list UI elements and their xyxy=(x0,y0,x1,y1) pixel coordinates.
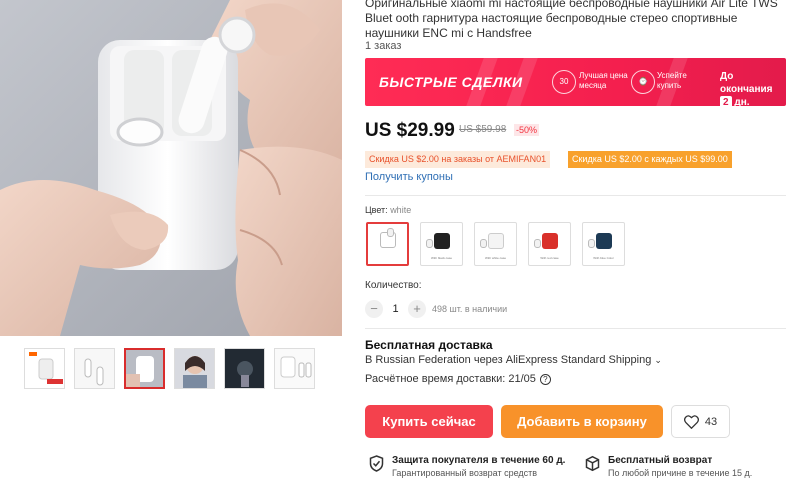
quantity-input[interactable]: 1 xyxy=(383,303,408,315)
buyer-protection: Защита покупателя в течение 60 д. Гарант… xyxy=(369,455,565,479)
old-price: US $59.98 xyxy=(459,124,507,135)
deal-countdown: До окончания 2 дн. xyxy=(720,70,786,106)
shield-icon xyxy=(369,455,384,472)
earbud-shape xyxy=(588,239,595,248)
image-thumbnails xyxy=(24,348,315,389)
heart-icon xyxy=(683,414,699,429)
orders-count: 1 заказ xyxy=(365,40,402,52)
earbud-shape xyxy=(534,239,541,248)
swatch-caption: With black case xyxy=(430,256,452,260)
divider xyxy=(365,328,786,329)
delivery-estimate-text: Расчётное время доставки: 21/05 xyxy=(365,373,536,385)
fast-deals-label: БЫСТРЫЕ СДЕЛКИ xyxy=(379,74,523,90)
case-shape xyxy=(434,233,450,249)
free-returns: Бесплатный возврат По любой причине в те… xyxy=(585,455,752,479)
add-to-cart-button[interactable]: Добавить в корзину xyxy=(501,405,663,438)
help-icon[interactable]: ? xyxy=(539,373,551,385)
color-label-text: Цвет: xyxy=(365,205,388,215)
thumbnail-1[interactable] xyxy=(24,348,65,389)
quantity-stepper: − 1 + 498 шт. в наличии xyxy=(365,300,507,318)
swatch-blue-case[interactable]: With blue Color xyxy=(582,222,625,266)
calendar-badge-icon: 30 xyxy=(552,70,576,94)
shipping-destination[interactable]: В Russian Federation через AliExpress St… xyxy=(365,354,662,366)
coupon-select[interactable]: Скидка US $2.00 с каждых US $99.00 xyxy=(568,151,732,168)
swatch-white[interactable] xyxy=(366,222,409,266)
delivery-estimate: Расчётное время доставки: 21/05 ? xyxy=(365,373,551,385)
swatch-caption: With white case xyxy=(484,256,506,260)
swatch-red-case[interactable]: With red case xyxy=(528,222,571,266)
wishlist-count: 43 xyxy=(704,415,718,428)
product-title: Оригинальные xiaomi mi настоящие беспров… xyxy=(365,0,778,40)
thumbnail-5[interactable] xyxy=(224,348,265,389)
countdown-days-value: 2 xyxy=(720,96,732,106)
buyer-protection-subtitle: Гарантированный возврат средств xyxy=(392,468,538,478)
swatch-white-case[interactable]: With white case xyxy=(474,222,517,266)
color-swatches: With black case With white case With red… xyxy=(366,222,625,266)
buy-now-button[interactable]: Купить сейчас xyxy=(365,405,493,438)
swatch-black-case[interactable]: With black case xyxy=(420,222,463,266)
swatch-caption: With blue Color xyxy=(593,256,614,260)
thumbnail-2[interactable] xyxy=(74,348,115,389)
earbud-shape xyxy=(426,239,433,248)
clock-badge-icon: ⌚ xyxy=(631,70,655,94)
stock-count: 498 шт. в наличии xyxy=(432,304,508,314)
shipping-title: Бесплатная доставка xyxy=(365,338,493,352)
wishlist-button[interactable]: 43 xyxy=(671,405,730,438)
divider xyxy=(365,195,786,196)
free-returns-subtitle: По любой причине в течение 15 д. xyxy=(608,468,753,478)
thumbnail-4[interactable] xyxy=(174,348,215,389)
coupon-store[interactable]: Скидка US $2.00 на заказы от AEMIFAN01 xyxy=(365,151,551,168)
thumbnail-3-selected[interactable] xyxy=(124,348,165,389)
discount-badge: -50% xyxy=(514,124,540,136)
color-label: Цвет: white xyxy=(365,205,411,215)
color-selected-value: white xyxy=(390,205,412,215)
get-coupons-link[interactable]: Получить купоны xyxy=(365,171,453,183)
fast-deals-banner[interactable]: БЫСТРЫЕ СДЕЛКИ 30 Лучшая цена месяца ⌚ У… xyxy=(365,58,786,106)
return-box-icon xyxy=(585,455,600,472)
thumbnail-6[interactable] xyxy=(274,348,315,389)
case-shape xyxy=(596,233,612,249)
quantity-label: Количество: xyxy=(365,280,422,291)
swatch-caption: With red case xyxy=(540,256,559,260)
earbud-shape xyxy=(480,239,487,248)
shipping-method-text[interactable]: В Russian Federation через AliExpress St… xyxy=(365,354,651,366)
free-returns-title: Бесплатный возврат xyxy=(608,455,713,466)
current-price: US $29.99 xyxy=(365,120,455,141)
case-shape xyxy=(488,233,504,249)
product-main-image[interactable] xyxy=(0,0,342,336)
hurry-text: Успейте купить xyxy=(657,71,687,90)
case-shape xyxy=(542,233,558,249)
earbud-shape xyxy=(387,228,394,237)
countdown-days-unit: дн. xyxy=(734,97,750,106)
buyer-protection-title: Защита покупателя в течение 60 д. xyxy=(392,455,566,466)
quantity-plus-button[interactable]: + xyxy=(408,300,426,318)
quantity-minus-button[interactable]: − xyxy=(365,300,383,318)
chevron-down-icon[interactable]: ⌄ xyxy=(654,355,662,365)
best-price-text: Лучшая цена месяца xyxy=(579,71,628,90)
countdown-label: До окончания xyxy=(720,71,773,95)
